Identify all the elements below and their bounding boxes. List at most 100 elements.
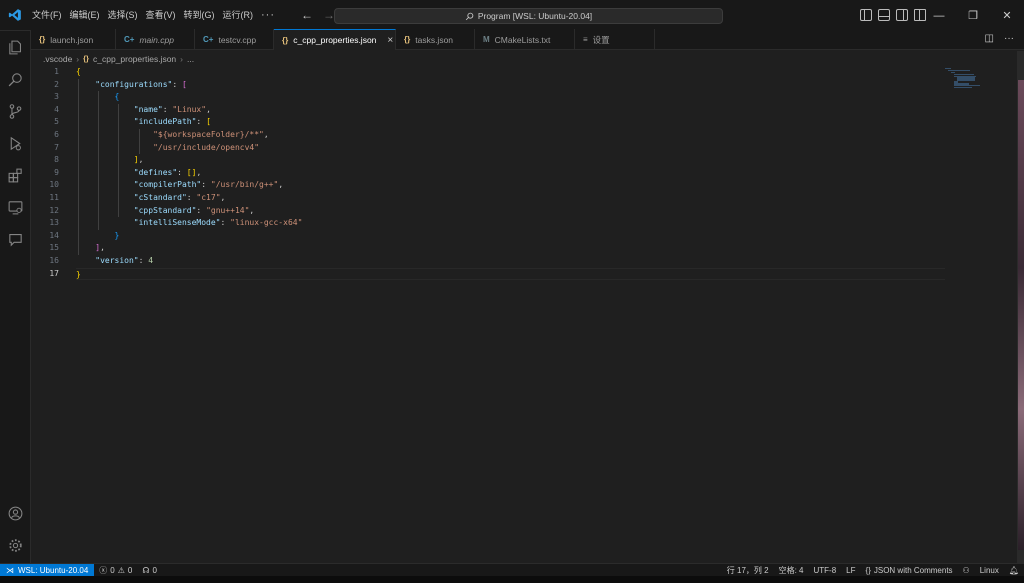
line-number: 9 (54, 167, 59, 177)
tab-label: CMakeLists.txt (494, 34, 551, 45)
json-file-icon: {} (282, 35, 289, 45)
tab-testcv-cpp[interactable]: C+ testcv.cpp (195, 29, 274, 50)
end-of-line[interactable]: LF (841, 566, 860, 575)
desktop-wallpaper-edge (1018, 80, 1024, 550)
tab-cmakelists-txt[interactable]: M CMakeLists.txt (475, 29, 575, 50)
breadcrumb-more[interactable]: ... (187, 54, 194, 64)
menu-more[interactable]: ··· (257, 0, 279, 31)
line-number: 3 (54, 92, 59, 102)
line-number: 11 (49, 192, 59, 202)
more-actions-icon[interactable]: ··· (1004, 33, 1014, 44)
braces-icon: {} (865, 565, 871, 575)
toggle-secondary-sidebar-icon[interactable] (896, 9, 908, 21)
layout-controls (860, 9, 926, 21)
menu-bar: 文件(F) 编辑(E) 选择(S) 查看(V) 转到(G) 运行(R) ··· (28, 0, 279, 31)
cpp-file-icon: C+ (124, 35, 135, 44)
encoding[interactable]: UTF-8 (809, 566, 842, 575)
problems-indicator[interactable]: ⓧ 0 ⚠ 0 (94, 565, 137, 576)
run-debug-icon[interactable] (0, 127, 31, 159)
tab-label: main.cpp (139, 34, 174, 45)
settings-file-icon: ≡ (583, 35, 588, 44)
line-number: 6 (54, 129, 59, 139)
menu-go[interactable]: 转到(G) (180, 0, 219, 31)
line-number: 7 (54, 142, 59, 152)
language-label: JSON with Comments (873, 565, 953, 575)
menu-file[interactable]: 文件(F) (28, 0, 66, 31)
line-number: 4 (54, 104, 59, 114)
error-count: 0 (110, 565, 115, 575)
line-number: 2 (54, 79, 59, 89)
account-icon[interactable] (0, 497, 31, 529)
warning-icon: ⚠ (117, 565, 125, 575)
line-number: 16 (49, 255, 59, 265)
split-editor-icon[interactable]: ◫ (985, 33, 994, 44)
search-icon[interactable] (0, 63, 31, 95)
editor-actions: ◫ ··· (985, 33, 1014, 44)
tab-launch-json[interactable]: {} launch.json (31, 29, 116, 50)
close-tab-icon[interactable]: × (387, 35, 393, 46)
code-line: "intelliSenseMode": "linux-gcc-x64" (133, 218, 303, 228)
code-line: ], (133, 155, 144, 165)
code-line: "includePath": [ (133, 117, 211, 127)
os-indicator[interactable]: Linux (975, 566, 1004, 575)
editor-tabs: {} launch.json C+ main.cpp C+ testcv.cpp… (31, 29, 1024, 50)
menu-selection[interactable]: 选择(S) (104, 0, 142, 31)
manage-gear-icon[interactable] (0, 529, 31, 561)
tab-main-cpp[interactable]: C+ main.cpp (116, 29, 195, 50)
restore-icon[interactable]: ❐ (956, 0, 990, 31)
notifications-bell-icon[interactable]: 🔔︎ (1004, 566, 1024, 575)
menu-run[interactable]: 运行(R) (219, 0, 258, 31)
remote-explorer-icon[interactable] (0, 191, 31, 223)
broadcast-icon: ☊ (142, 565, 150, 575)
line-number: 12 (49, 205, 59, 215)
close-window-icon[interactable]: ✕ (990, 0, 1024, 31)
code-editor[interactable]: 1 2 3 4 5 6 7 8 9 10 11 12 13 14 15 16 1… (31, 66, 1017, 563)
search-icon (465, 12, 474, 20)
extensions-icon[interactable] (0, 159, 31, 191)
json-file-icon: {} (83, 54, 89, 63)
toggle-primary-sidebar-icon[interactable] (860, 9, 872, 21)
source-control-icon[interactable] (0, 95, 31, 127)
toggle-panel-icon[interactable] (878, 9, 890, 21)
tab-settings[interactable]: ≡ 设置 (575, 29, 655, 50)
tab-label: 设置 (592, 34, 610, 45)
ports-indicator[interactable]: ☊ 0 (137, 566, 162, 575)
breadcrumb: .vscode › {} c_cpp_properties.json › ... (31, 51, 194, 66)
menu-view[interactable]: 查看(V) (142, 0, 180, 31)
breadcrumb-folder[interactable]: .vscode (43, 54, 72, 64)
breadcrumb-file[interactable]: c_cpp_properties.json (93, 54, 176, 64)
json-file-icon: {} (39, 35, 46, 44)
command-center-search[interactable]: Program [WSL: Ubuntu-20.04] (334, 8, 723, 24)
indentation[interactable]: 空格: 4 (774, 565, 809, 576)
status-bar: ⋊ WSL: Ubuntu-20.04 ⓧ 0 ⚠ 0 ☊ 0 行 17，列 2… (0, 563, 1024, 577)
tab-label: c_cpp_properties.json (293, 35, 377, 45)
code-line: "defines": [], (133, 167, 202, 177)
back-arrow-icon[interactable]: ← (299, 7, 315, 23)
code-content[interactable]: { "configurations": [ { "name": "Linux",… (76, 66, 945, 281)
language-mode[interactable]: {} JSON with Comments (861, 566, 958, 575)
chat-icon[interactable] (0, 223, 31, 255)
cursor-position[interactable]: 行 17，列 2 (722, 565, 774, 576)
explorer-icon[interactable] (0, 31, 31, 63)
chevron-right-icon: › (76, 53, 80, 64)
code-line: "configurations": [ (95, 79, 187, 89)
code-line: "cppStandard": "gnu++14", (133, 205, 255, 215)
title-bar: 文件(F) 编辑(E) 选择(S) 查看(V) 转到(G) 运行(R) ··· … (0, 0, 1024, 31)
minimize-icon[interactable]: — (922, 0, 956, 31)
code-line: "${workspaceFolder}/**", (153, 129, 269, 139)
line-number: 5 (54, 117, 59, 127)
remote-indicator[interactable]: ⋊ WSL: Ubuntu-20.04 (0, 563, 95, 577)
copilot-icon[interactable]: ⚇ (958, 566, 975, 575)
line-number: 14 (49, 230, 59, 240)
code-line: } (114, 230, 120, 240)
line-number: 13 (49, 218, 59, 228)
line-number: 1 (54, 67, 59, 76)
line-number: 8 (54, 155, 59, 165)
tab-c-cpp-properties-json[interactable]: {} c_cpp_properties.json × (274, 29, 396, 50)
minimap[interactable] (945, 68, 1005, 98)
ports-count: 0 (152, 565, 157, 575)
menu-edit[interactable]: 编辑(E) (66, 0, 104, 31)
tab-label: tasks.json (415, 34, 454, 45)
code-line: "version": 4 (95, 255, 154, 265)
tab-tasks-json[interactable]: {} tasks.json (396, 29, 475, 50)
